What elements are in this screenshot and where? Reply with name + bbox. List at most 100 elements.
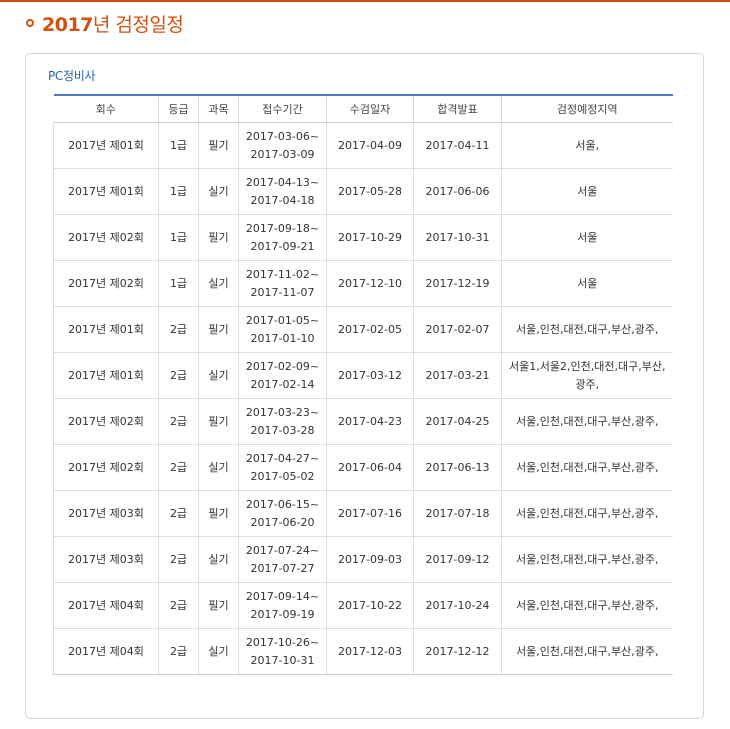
- cell-exam-date: 2017-10-22: [326, 582, 414, 629]
- cell-application-period: 2017-06-15~ 2017-06-20: [238, 490, 327, 537]
- cell-grade: 1급: [158, 168, 199, 215]
- schedule-table: 회수 등급 과목 접수기간 수검일자 합격발표 검정예정지역 2017년 제01…: [53, 94, 673, 675]
- cell-exam-date: 2017-02-05: [326, 306, 414, 353]
- title-rest: 년 검정일정: [92, 13, 184, 36]
- cell-application-period: 2017-01-05~ 2017-01-10: [238, 306, 327, 353]
- cell-grade: 2급: [158, 444, 199, 491]
- period-start: 2017-02-09~: [245, 359, 320, 373]
- period-end: 2017-02-14: [250, 377, 315, 391]
- cell-subject: 필기: [198, 306, 239, 353]
- cell-region: 서울,인천,대전,대구,부산,광주,: [501, 536, 673, 583]
- header-grade: 등급: [158, 94, 199, 123]
- header-exam-date: 수검일자: [326, 94, 414, 123]
- cell-grade: 2급: [158, 490, 199, 537]
- table-row: 2017년 제01회 2급 실기 2017-02-09~ 2017-02-14 2017-…: [53, 352, 673, 399]
- cell-grade: 1급: [158, 214, 199, 261]
- cell-region: 서울: [501, 168, 673, 215]
- cell-result-date: 2017-06-06: [413, 168, 502, 215]
- table-row: 2017년 제02회 1급 실기 2017-11-02~ 2017-11-07 2017-…: [53, 260, 673, 307]
- cell-result-date: 2017-04-25: [413, 398, 502, 445]
- cell-result-date: 2017-03-21: [413, 352, 502, 399]
- cell-round: 2017년 제02회: [53, 444, 159, 491]
- period-end: 2017-11-07: [250, 285, 315, 299]
- cell-application-period: 2017-04-13~ 2017-04-18: [238, 168, 327, 215]
- cell-subject: 실기: [198, 536, 239, 583]
- section-label: PC정비사: [48, 69, 96, 83]
- period-end: 2017-05-02: [250, 469, 315, 483]
- cell-result-date: 2017-12-19: [413, 260, 502, 307]
- cell-result-date: 2017-10-31: [413, 214, 502, 261]
- cell-round: 2017년 제02회: [53, 214, 159, 261]
- cell-application-period: 2017-07-24~ 2017-07-27: [238, 536, 327, 583]
- title-year: 2017: [42, 13, 93, 36]
- cell-round: 2017년 제04회: [53, 582, 159, 629]
- cell-subject: 실기: [198, 444, 239, 491]
- table-row: 2017년 제03회 2급 실기 2017-07-24~ 2017-07-27 2017-…: [53, 536, 673, 583]
- cell-result-date: 2017-04-11: [413, 122, 502, 169]
- cell-exam-date: 2017-03-12: [326, 352, 414, 399]
- period-start: 2017-10-26~: [245, 635, 320, 649]
- header-region: 검정예정지역: [501, 94, 673, 123]
- cell-result-date: 2017-12-12: [413, 628, 502, 675]
- period-end: 2017-06-20: [250, 515, 315, 529]
- cell-application-period: 2017-03-06~ 2017-03-09: [238, 122, 327, 169]
- period-end: 2017-10-31: [250, 653, 315, 667]
- table-row: 2017년 제01회 2급 필기 2017-01-05~ 2017-01-10 2017-…: [53, 306, 673, 353]
- cell-round: 2017년 제01회: [53, 168, 159, 215]
- cell-subject: 실기: [198, 352, 239, 399]
- header-subject: 과목: [198, 94, 239, 123]
- table-row: 2017년 제01회 1급 실기 2017-04-13~ 2017-04-18 2017-…: [53, 168, 673, 215]
- table-row: 2017년 제01회 1급 필기 2017-03-06~ 2017-03-09 2017-…: [53, 122, 673, 169]
- cell-subject: 필기: [198, 582, 239, 629]
- table-header-row: 회수 등급 과목 접수기간 수검일자 합격발표 검정예정지역: [53, 94, 673, 123]
- cell-application-period: 2017-09-14~ 2017-09-19: [238, 582, 327, 629]
- period-end: 2017-01-10: [250, 331, 315, 345]
- period-start: 2017-03-23~: [245, 405, 320, 419]
- period-end: 2017-03-28: [250, 423, 315, 437]
- table-row: 2017년 제02회 2급 필기 2017-03-23~ 2017-03-28 2017-…: [53, 398, 673, 445]
- cell-result-date: 2017-06-13: [413, 444, 502, 491]
- cell-grade: 2급: [158, 306, 199, 353]
- period-start: 2017-09-14~: [245, 589, 320, 603]
- cell-grade: 2급: [158, 628, 199, 675]
- period-end: 2017-04-18: [250, 193, 315, 207]
- cell-round: 2017년 제04회: [53, 628, 159, 675]
- cell-region: 서울,: [501, 122, 673, 169]
- cell-region: 서울1,서울2,인천,대전,대구,부산,광주,: [501, 352, 673, 399]
- cell-application-period: 2017-04-27~ 2017-05-02: [238, 444, 327, 491]
- cell-application-period: 2017-09-18~ 2017-09-21: [238, 214, 327, 261]
- cell-round: 2017년 제02회: [53, 260, 159, 307]
- cell-region: 서울: [501, 214, 673, 261]
- cell-grade: 2급: [158, 398, 199, 445]
- cell-application-period: 2017-10-26~ 2017-10-31: [238, 628, 327, 675]
- table-row: 2017년 제03회 2급 필기 2017-06-15~ 2017-06-20 2017-…: [53, 490, 673, 537]
- period-start: 2017-03-06~: [245, 129, 320, 143]
- cell-exam-date: 2017-06-04: [326, 444, 414, 491]
- cell-grade: 1급: [158, 260, 199, 307]
- cell-grade: 1급: [158, 122, 199, 169]
- period-start: 2017-07-24~: [245, 543, 320, 557]
- cell-result-date: 2017-07-18: [413, 490, 502, 537]
- cell-exam-date: 2017-12-03: [326, 628, 414, 675]
- cell-exam-date: 2017-05-28: [326, 168, 414, 215]
- page-title: 2017년 검정일정: [26, 9, 184, 37]
- cell-subject: 필기: [198, 214, 239, 261]
- cell-subject: 실기: [198, 628, 239, 675]
- period-start: 2017-11-02~: [245, 267, 320, 281]
- cell-exam-date: 2017-07-16: [326, 490, 414, 537]
- page-title-text: 2017년 검정일정: [42, 10, 184, 37]
- cell-region: 서울,인천,대전,대구,부산,광주,: [501, 628, 673, 675]
- period-start: 2017-06-15~: [245, 497, 320, 511]
- cell-region: 서울,인천,대전,대구,부산,광주,: [501, 444, 673, 491]
- cell-round: 2017년 제03회: [53, 536, 159, 583]
- period-end: 2017-09-19: [250, 607, 315, 621]
- table-row: 2017년 제02회 1급 필기 2017-09-18~ 2017-09-21 2017-…: [53, 214, 673, 261]
- cell-application-period: 2017-02-09~ 2017-02-14: [238, 352, 327, 399]
- title-bullet-icon: [26, 19, 34, 27]
- cell-round: 2017년 제01회: [53, 352, 159, 399]
- cell-exam-date: 2017-10-29: [326, 214, 414, 261]
- cell-application-period: 2017-11-02~ 2017-11-07: [238, 260, 327, 307]
- cell-subject: 실기: [198, 168, 239, 215]
- table-body: 2017년 제01회 1급 필기 2017-03-06~ 2017-03-09 2017-…: [53, 122, 673, 675]
- schedule-table-wrapper: 회수 등급 과목 접수기간 수검일자 합격발표 검정예정지역 2017년 제01…: [53, 94, 673, 675]
